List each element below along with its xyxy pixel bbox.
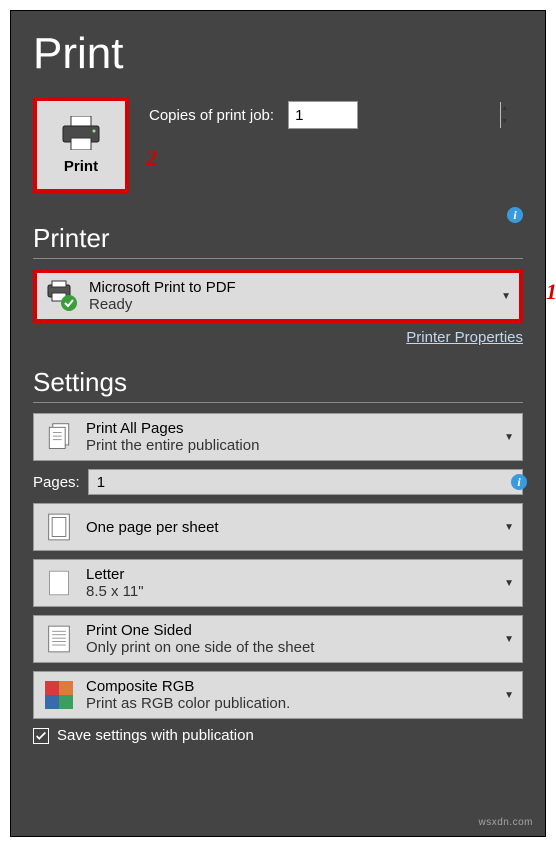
save-settings-checkbox[interactable] (33, 728, 49, 744)
copies-input[interactable] (289, 102, 500, 128)
printer-dropdown-wrap: Microsoft Print to PDF Ready ▼ 1 (33, 269, 523, 323)
chevron-down-icon: ▼ (504, 690, 514, 701)
printer-status: Ready (89, 296, 495, 313)
chevron-down-icon: ▼ (504, 634, 514, 645)
color-sub: Print as RGB color publication. (86, 695, 498, 712)
chevron-down-icon: ▼ (504, 432, 514, 443)
print-range-text: Print All Pages Print the entire publica… (86, 420, 498, 454)
pages-row: Pages: i (33, 469, 523, 495)
info-icon[interactable]: i (507, 207, 523, 223)
paper-size-icon (42, 566, 76, 600)
print-range-dropdown[interactable]: Print All Pages Print the entire publica… (33, 413, 523, 461)
printer-properties-row: Printer Properties (33, 329, 523, 347)
page-title: Print (33, 29, 523, 79)
printer-dropdown[interactable]: Microsoft Print to PDF Ready ▼ (33, 269, 523, 323)
copies-row: Copies of print job: ▲ ▼ (149, 101, 358, 129)
chevron-down-icon: ▼ (501, 291, 511, 302)
print-button[interactable]: Print (33, 97, 129, 193)
print-range-sub: Print the entire publication (86, 437, 498, 454)
checkmark-icon (34, 729, 48, 743)
save-settings-row: Save settings with publication (33, 727, 523, 744)
copies-spinner[interactable]: ▲ ▼ (288, 101, 358, 129)
sides-text: Print One Sided Only print on one side o… (86, 622, 498, 656)
save-settings-label: Save settings with publication (57, 727, 254, 744)
chevron-down-icon: ▼ (504, 522, 514, 533)
color-dropdown[interactable]: Composite RGB Print as RGB color publica… (33, 671, 523, 719)
print-button-wrap: Print 2 (33, 97, 129, 193)
rgb-color-icon (42, 678, 76, 712)
spinner-down-icon[interactable]: ▼ (501, 115, 508, 128)
printer-icon (61, 116, 101, 150)
layout-title: One page per sheet (86, 519, 498, 536)
printer-header-text: Printer (33, 223, 110, 253)
layout-text: One page per sheet (86, 519, 498, 536)
one-sided-icon (42, 622, 76, 656)
info-icon[interactable]: i (511, 474, 527, 490)
color-text: Composite RGB Print as RGB color publica… (86, 678, 498, 712)
printer-combined-icon (45, 279, 79, 313)
printer-dropdown-text: Microsoft Print to PDF Ready (89, 279, 495, 313)
print-backstage-panel: Print Print 2 Copies of print job: ▲ ▼ (10, 10, 546, 837)
color-title: Composite RGB (86, 678, 498, 695)
pages-stack-icon (42, 420, 76, 454)
printer-name: Microsoft Print to PDF (89, 279, 495, 296)
callout-number-2: 2 (146, 145, 157, 171)
paper-title: Letter (86, 566, 498, 583)
print-button-label: Print (64, 158, 98, 175)
sides-title: Print One Sided (86, 622, 498, 639)
layout-dropdown[interactable]: One page per sheet ▼ (33, 503, 523, 551)
copies-label: Copies of print job: (149, 107, 274, 124)
page-layout-icon (42, 510, 76, 544)
spinner-arrows: ▲ ▼ (500, 102, 508, 128)
top-row: Print 2 Copies of print job: ▲ ▼ (33, 97, 523, 193)
sides-dropdown[interactable]: Print One Sided Only print on one side o… (33, 615, 523, 663)
pages-label: Pages: (33, 474, 80, 491)
spinner-up-icon[interactable]: ▲ (501, 102, 508, 115)
print-range-title: Print All Pages (86, 420, 498, 437)
watermark: wsxdn.com (478, 817, 533, 828)
printer-section-header: Printer i (33, 223, 523, 259)
printer-properties-link[interactable]: Printer Properties (406, 329, 523, 346)
sides-sub: Only print on one side of the sheet (86, 639, 498, 656)
paper-size-dropdown[interactable]: Letter 8.5 x 11" ▼ (33, 559, 523, 607)
callout-number-1: 1 (546, 279, 556, 305)
paper-sub: 8.5 x 11" (86, 583, 498, 600)
settings-section-header: Settings (33, 367, 523, 403)
paper-text: Letter 8.5 x 11" (86, 566, 498, 600)
chevron-down-icon: ▼ (504, 578, 514, 589)
pages-input[interactable] (88, 469, 523, 495)
settings-header-text: Settings (33, 367, 127, 397)
